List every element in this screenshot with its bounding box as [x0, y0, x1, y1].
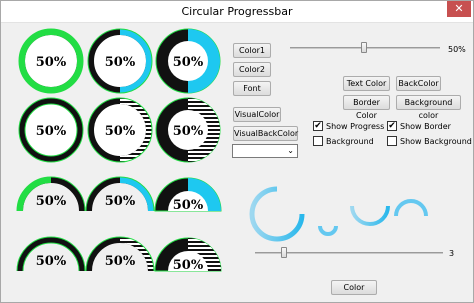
progress-label: 50%: [105, 124, 136, 139]
progress-label: 50%: [105, 254, 136, 269]
arc-large: [249, 186, 305, 242]
value-slider-thumb[interactable]: [361, 42, 367, 53]
half-progress-5: 50%: [85, 236, 155, 272]
circular-progress-1: 50%: [18, 28, 84, 94]
thickness-slider-label: 3: [449, 249, 455, 258]
half-progress-6: 50%: [154, 237, 222, 273]
show-background-checkbox[interactable]: [387, 136, 397, 146]
show-background-label: Show Background: [400, 137, 472, 146]
chevron-down-icon: ⌄: [287, 146, 294, 155]
close-icon[interactable]: ✕: [447, 1, 471, 17]
circular-progress-2: 50%: [87, 28, 153, 94]
thickness-slider-thumb[interactable]: [281, 247, 287, 258]
show-progress-checkbox[interactable]: ✔: [313, 121, 323, 131]
progress-label: 50%: [173, 198, 204, 213]
progress-label: 50%: [36, 194, 67, 209]
color-button[interactable]: Color: [331, 280, 377, 295]
half-progress-3: 50%: [154, 177, 222, 213]
show-border-label: Show Border: [400, 122, 451, 131]
progress-label: 50%: [105, 55, 136, 70]
app-window: Circular Progressbar ✕ 50% 50% 50% 50% 5…: [0, 0, 474, 303]
background-label: Background: [326, 137, 374, 146]
arc-small: [318, 225, 338, 236]
arc-medium: [350, 205, 390, 226]
title-bar: Circular Progressbar ✕: [1, 1, 473, 23]
show-progress-label: Show Progress: [326, 122, 385, 131]
style-dropdown[interactable]: ⌄: [232, 144, 298, 158]
border-color-button[interactable]: Border Color: [343, 95, 390, 120]
value-slider-label: 50%: [448, 45, 466, 54]
half-progress-1: 50%: [16, 176, 86, 212]
arc-medium-2: [394, 199, 428, 217]
arc-preview: [249, 186, 428, 242]
circular-progress-3: 50%: [155, 28, 221, 94]
circular-progress-5: 50%: [87, 97, 153, 163]
window-title: Circular Progressbar: [181, 5, 293, 18]
circular-progress-4: 50%: [18, 97, 84, 163]
progress-label: 50%: [36, 55, 67, 70]
progress-label: 50%: [105, 194, 136, 209]
progress-label: 50%: [173, 124, 204, 139]
half-progress-4: 50%: [16, 236, 86, 272]
font-button[interactable]: Font: [233, 81, 271, 96]
text-color-button[interactable]: Text Color: [343, 76, 390, 91]
circular-progress-6: 50%: [155, 97, 221, 163]
back-color-button[interactable]: BackColor: [396, 76, 441, 91]
visual-back-color-button[interactable]: VisualBackColor: [233, 126, 298, 141]
progress-grid: 50% 50% 50% 50% 50% 50% 50% 50% 50% 50% …: [16, 28, 222, 273]
progress-label: 50%: [36, 124, 67, 139]
color2-button[interactable]: Color2: [233, 62, 271, 77]
progress-label: 50%: [36, 254, 67, 269]
progress-label: 50%: [173, 258, 204, 273]
show-border-checkbox[interactable]: ✔: [387, 121, 397, 131]
color1-button[interactable]: Color1: [233, 43, 271, 58]
background-checkbox[interactable]: [313, 136, 323, 146]
background-color-button[interactable]: Background color: [396, 95, 461, 120]
progress-label: 50%: [173, 55, 204, 70]
visual-color-button[interactable]: VisualColor: [233, 107, 281, 122]
half-progress-2: 50%: [85, 176, 155, 212]
